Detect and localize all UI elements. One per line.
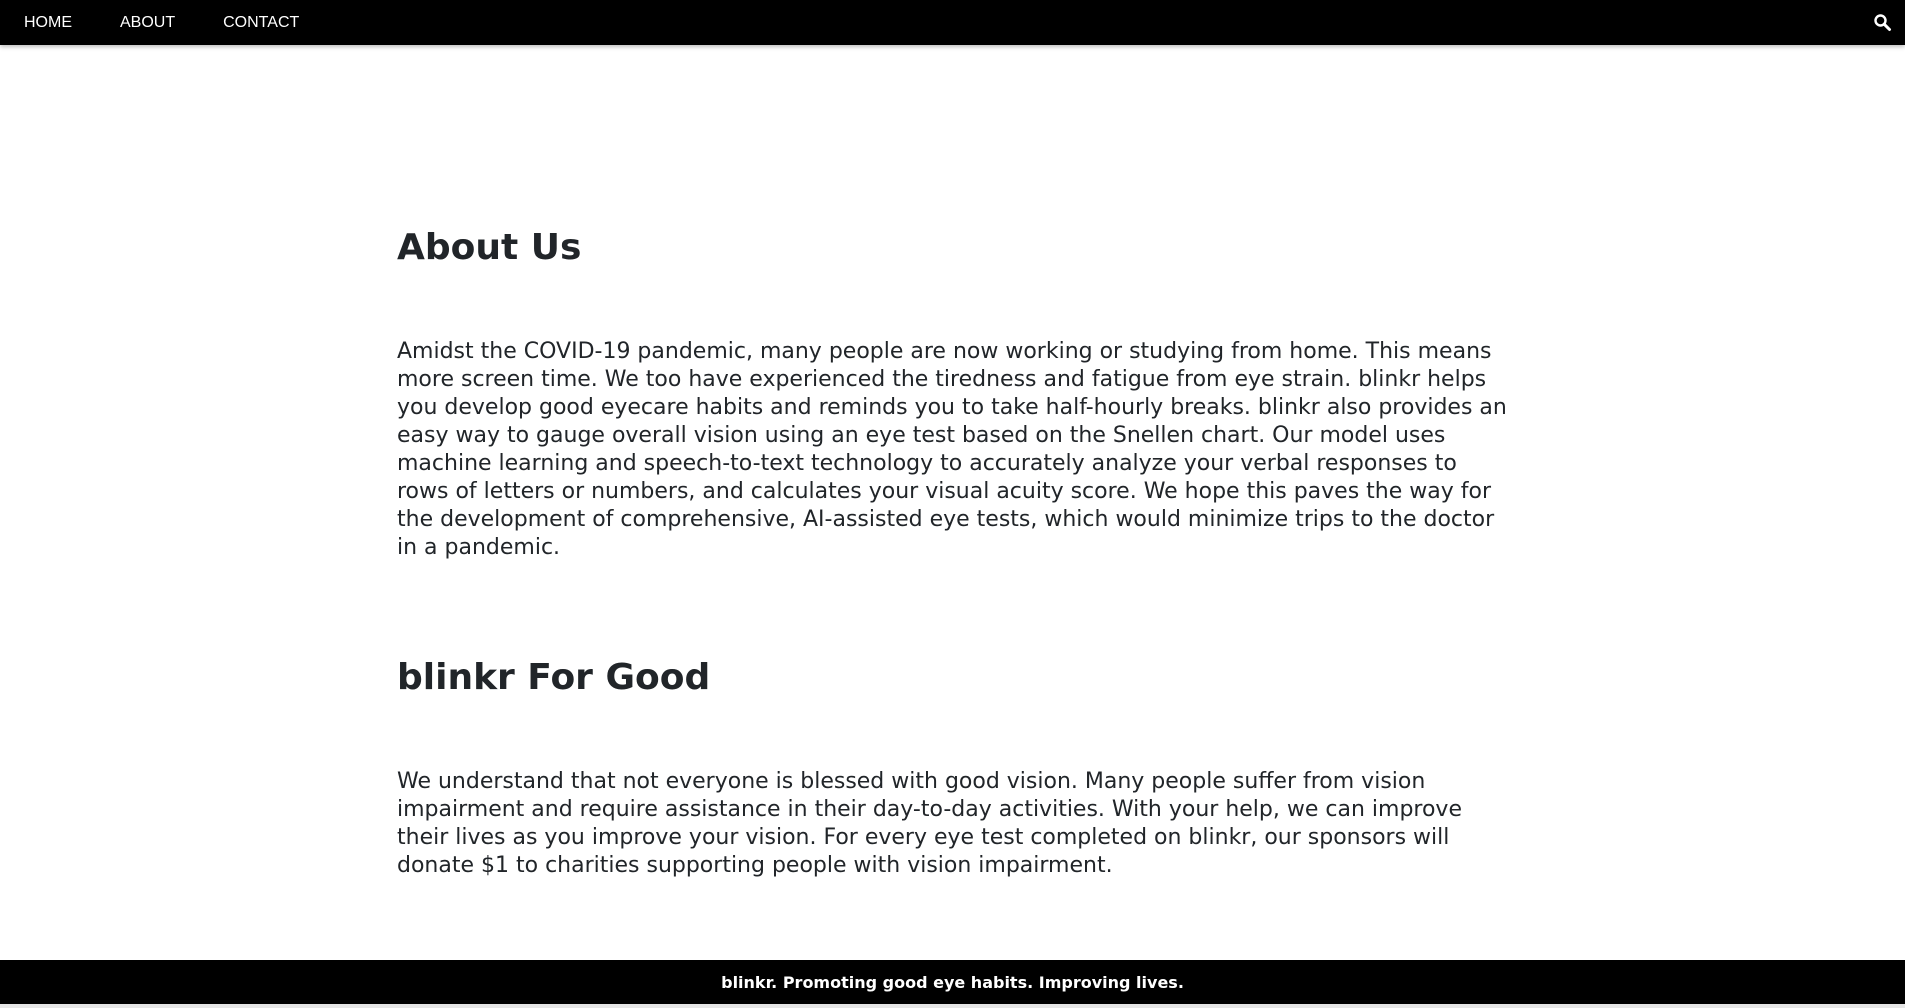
main-content: About Us Amidst the COVID-19 pandemic, m… (397, 224, 1507, 880)
bottom-strip (0, 1004, 1905, 1008)
search-button[interactable] (1873, 13, 1892, 32)
about-paragraph: Amidst the COVID-19 pandemic, many peopl… (397, 339, 1507, 560)
top-navbar: HOME ABOUT CONTACT (0, 0, 1905, 45)
blinkr-for-good-paragraph: We understand that not everyone is bless… (397, 769, 1462, 878)
nav-links: HOME ABOUT CONTACT (0, 0, 323, 45)
footer: blinkr. Promoting good eye habits. Impro… (0, 960, 1905, 1004)
about-heading: About Us (397, 227, 582, 268)
nav-about-link[interactable]: ABOUT (96, 0, 199, 45)
nav-contact-link[interactable]: CONTACT (199, 0, 323, 45)
nav-home-link[interactable]: HOME (0, 0, 96, 45)
blinkr-for-good-section: blinkr For Good We understand that not e… (397, 654, 1507, 880)
about-section: About Us Amidst the COVID-19 pandemic, m… (397, 224, 1507, 562)
blinkr-for-good-heading: blinkr For Good (397, 657, 711, 698)
footer-tagline: blinkr. Promoting good eye habits. Impro… (721, 972, 1184, 992)
search-icon (1874, 14, 1891, 31)
